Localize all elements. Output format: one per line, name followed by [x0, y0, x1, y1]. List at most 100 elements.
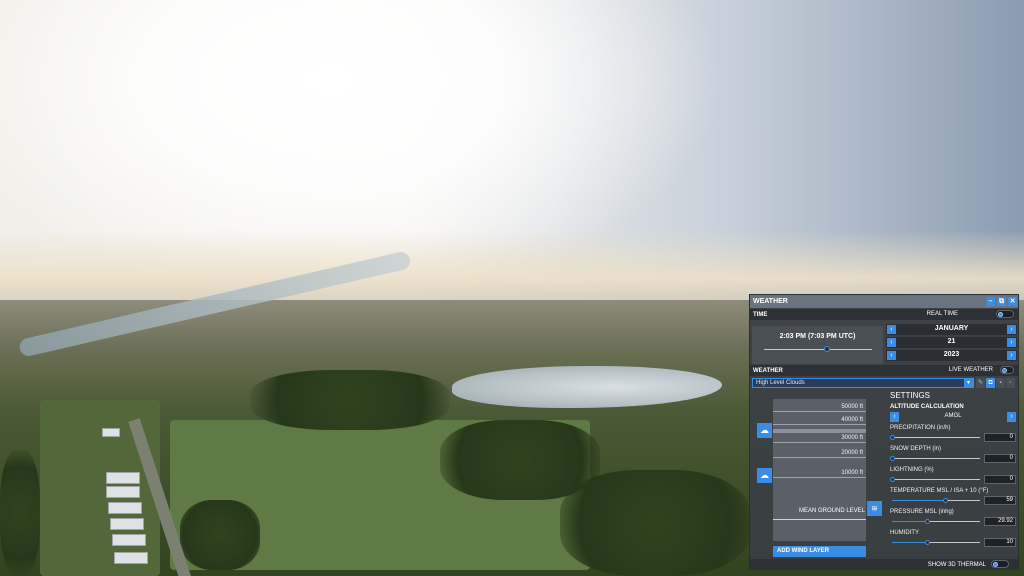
- real-time-toggle[interactable]: [996, 310, 1014, 318]
- setting-label: PRESSURE MSL (inhg): [890, 509, 954, 515]
- pencil-icon: ✎: [977, 380, 984, 386]
- setting-value-input[interactable]: 0: [984, 433, 1016, 442]
- live-weather-label: LIVE WEATHER: [948, 367, 993, 373]
- panel-title: WEATHER: [753, 298, 788, 305]
- add-wind-layer-button[interactable]: ADD WIND LAYER: [773, 546, 866, 557]
- setting-slider-track[interactable]: [892, 458, 980, 459]
- year-next-button[interactable]: ›: [1007, 351, 1016, 360]
- hangar: [106, 486, 140, 498]
- tree-cluster: [180, 500, 260, 570]
- hangar: [114, 552, 148, 564]
- setting-row: HUMIDITY 10: [889, 530, 1017, 550]
- copy-icon: ⧉: [988, 380, 993, 386]
- setting-slider-knob[interactable]: [925, 519, 930, 524]
- altitude-calculation-label: ALTITUDE CALCULATION: [890, 404, 964, 410]
- setting-slider-knob[interactable]: [925, 540, 930, 545]
- setting-slider-track[interactable]: [892, 437, 980, 438]
- altitude-calc-value: AMGL: [944, 413, 962, 419]
- toggle-knob: [993, 562, 998, 567]
- weather-preset-dropdown[interactable]: High Level Clouds ▾: [752, 378, 974, 388]
- setting-slider-knob[interactable]: [943, 498, 948, 503]
- day-selector: ‹ 21 ›: [886, 337, 1017, 348]
- settings-panel: SETTINGS ALTITUDE CALCULATION ‹ AMGL ›: [889, 391, 1017, 422]
- popout-icon: ⧉: [999, 298, 1004, 305]
- year-selector: ‹ 2023 ›: [886, 350, 1017, 361]
- setting-value-input[interactable]: 0: [984, 475, 1016, 484]
- hangar: [110, 518, 144, 530]
- setting-label: HUMIDITY: [890, 530, 919, 536]
- delete-preset-button[interactable]: ▫: [1006, 378, 1015, 388]
- setting-slider-fill: [892, 542, 927, 543]
- setting-slider-knob[interactable]: [890, 435, 895, 440]
- altitude-line: [773, 424, 866, 425]
- setting-slider-track[interactable]: [892, 479, 980, 480]
- save-preset-button[interactable]: ▪: [996, 378, 1005, 388]
- tree-cluster: [250, 370, 450, 430]
- cloud-layer-button[interactable]: ☁: [757, 423, 772, 438]
- altitude-line: [773, 411, 866, 412]
- month-value: JANUARY: [934, 325, 969, 332]
- cloud-layer-button[interactable]: ☁: [757, 468, 772, 483]
- chevron-right-icon: ›: [1010, 352, 1013, 359]
- settings-title: SETTINGS: [890, 391, 931, 400]
- time-section-label: TIME: [753, 311, 768, 318]
- weather-section-header: WEATHER LIVE WEATHER: [750, 365, 1018, 376]
- live-weather-toggle[interactable]: [1000, 366, 1014, 374]
- setting-slider-fill: [892, 521, 927, 522]
- month-next-button[interactable]: ›: [1007, 325, 1016, 334]
- edit-preset-button[interactable]: ✎: [976, 378, 985, 388]
- setting-slider-fill: [892, 500, 945, 501]
- hangar: [106, 472, 140, 484]
- day-value: 21: [947, 338, 956, 345]
- tree-cluster: [0, 450, 40, 576]
- wind-layer-button[interactable]: ≋: [867, 501, 882, 516]
- weather-panel: WEATHER – ⧉ ✕ TIME REAL TIME 2:03 PM (7:…: [749, 294, 1019, 570]
- toggle-knob: [998, 312, 1003, 317]
- altitude-line: [773, 457, 866, 458]
- time-of-day: 2:03 PM (7:03 PM UTC): [752, 326, 883, 364]
- close-icon: ✕: [1009, 298, 1016, 305]
- time-section-header: TIME REAL TIME: [750, 309, 1018, 320]
- time-slider-track[interactable]: [764, 349, 872, 350]
- tree-cluster: [560, 470, 750, 576]
- altitude-line: [773, 477, 866, 478]
- chevron-right-icon: ›: [1010, 413, 1013, 420]
- setting-label: TEMPERATURE MSL / ISA + 10 (°F): [890, 488, 989, 494]
- setting-label: LIGHTNING (%): [890, 467, 934, 473]
- ground-line: [773, 519, 866, 520]
- trash-icon: ▫: [1009, 380, 1012, 386]
- cloud-layer-bar[interactable]: [773, 429, 866, 433]
- setting-slider-knob[interactable]: [890, 456, 895, 461]
- panel-titlebar[interactable]: WEATHER – ⧉ ✕: [750, 295, 1018, 308]
- cloud-icon: ☁: [760, 470, 769, 480]
- show-3d-thermal-label: SHOW 3D THERMAL: [927, 562, 986, 568]
- chevron-right-icon: ›: [1010, 339, 1013, 346]
- setting-value-input[interactable]: 29.92: [984, 517, 1016, 526]
- close-button[interactable]: ✕: [1008, 297, 1017, 306]
- wind-icon: ≋: [871, 504, 878, 513]
- minimize-button[interactable]: –: [986, 297, 995, 306]
- setting-value-input[interactable]: 10: [984, 538, 1016, 547]
- save-icon: ▪: [999, 380, 1002, 386]
- altitude-calc-next-button[interactable]: ›: [1007, 412, 1016, 422]
- setting-value-input[interactable]: 59: [984, 496, 1016, 505]
- popout-button[interactable]: ⧉: [997, 297, 1006, 306]
- year-value: 2023: [943, 351, 960, 358]
- altitude-line: [773, 442, 866, 443]
- altitude-label: 50000 ft: [841, 404, 863, 410]
- copy-preset-button[interactable]: ⧉: [986, 378, 995, 388]
- hangar: [108, 502, 142, 514]
- setting-slider-knob[interactable]: [890, 477, 895, 482]
- hangar: [112, 534, 146, 546]
- altitude-layers-graph: 50000 ft 40000 ft 30000 ft 20000 ft 1000…: [773, 399, 866, 541]
- setting-row: PRECIPITATION (in/h) 0: [889, 425, 1017, 445]
- show-3d-thermal-toggle[interactable]: [991, 560, 1009, 568]
- altitude-label: 10000 ft: [841, 470, 863, 476]
- day-next-button[interactable]: ›: [1007, 338, 1016, 347]
- cloud-icon: ☁: [760, 425, 769, 435]
- month-selector: ‹ JANUARY ›: [886, 324, 1017, 335]
- setting-value-input[interactable]: 0: [984, 454, 1016, 463]
- altitude-label: 40000 ft: [841, 417, 863, 423]
- time-slider-knob[interactable]: [823, 346, 830, 352]
- chevron-right-icon: ›: [1010, 326, 1013, 333]
